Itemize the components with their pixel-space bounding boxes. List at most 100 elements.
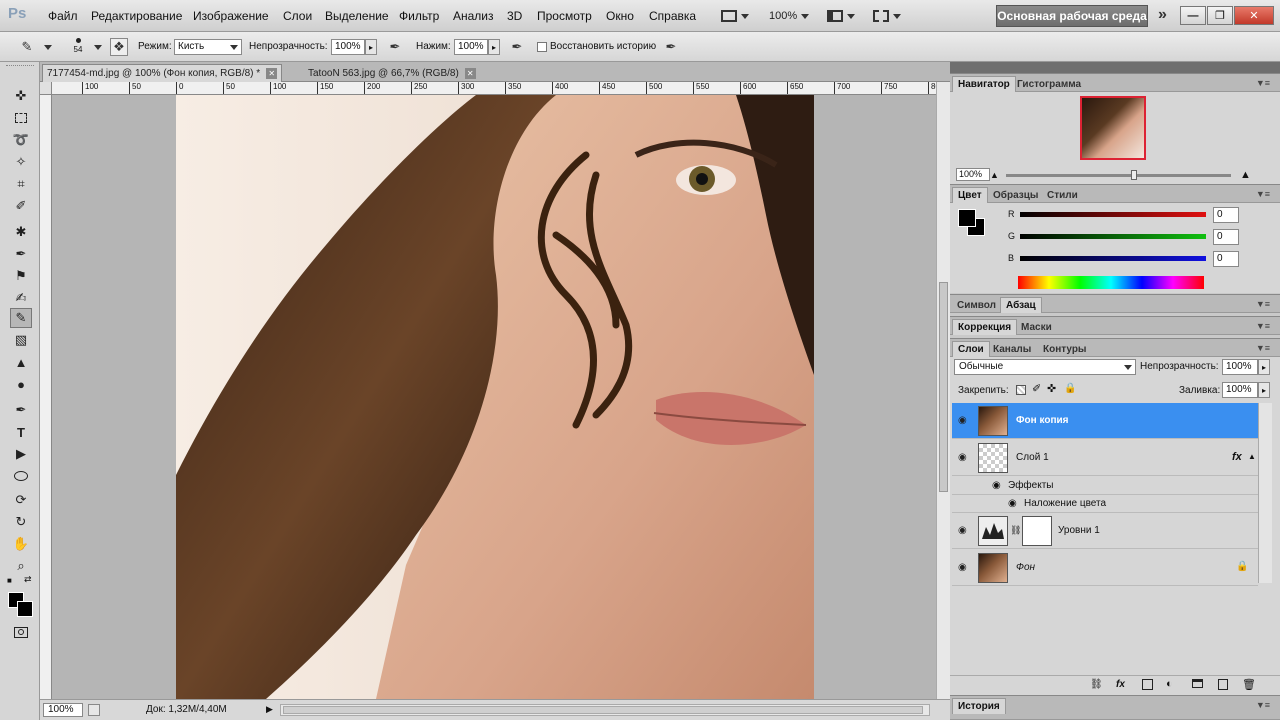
tab-navigator[interactable]: Навигатор — [952, 76, 1016, 92]
menu-window[interactable]: Окно — [606, 9, 634, 23]
blend-mode-select[interactable]: Обычные — [954, 359, 1136, 375]
canvas-area[interactable] — [52, 95, 936, 699]
marquee-tool-icon[interactable] — [10, 108, 32, 128]
layer-opacity-slider-button[interactable]: ▸ — [1258, 359, 1270, 375]
tab-color[interactable]: Цвет — [952, 187, 988, 203]
tab-history[interactable]: История — [952, 698, 1006, 714]
tab-adjustments[interactable]: Коррекция — [952, 319, 1018, 335]
pressure-slider-button[interactable]: ▸ — [488, 39, 500, 55]
layers-scrollbar[interactable] — [1258, 403, 1272, 583]
document-canvas[interactable] — [176, 95, 814, 699]
zoom-in-icon[interactable]: ▲ — [1240, 169, 1251, 181]
menu-edit[interactable]: Редактирование — [91, 9, 182, 23]
3d-rotate-tool-icon[interactable]: ⟳ — [10, 490, 32, 510]
panel-menu-icon[interactable]: ▼≡ — [1256, 321, 1270, 331]
menu-analysis[interactable]: Анализ — [453, 9, 494, 23]
new-layer-icon[interactable] — [1218, 679, 1228, 690]
pen-tool-icon[interactable]: ✒ — [10, 400, 32, 420]
scrollbar-thumb[interactable] — [939, 282, 948, 492]
menu-file[interactable]: Файл — [48, 9, 78, 23]
color-fg-swatch[interactable] — [958, 209, 976, 227]
move-tool-icon[interactable]: ✜ — [10, 86, 32, 106]
paint-bucket-tool-icon[interactable]: ▲ — [10, 352, 32, 372]
brush-tool-icon[interactable]: ✎ — [10, 308, 32, 328]
opacity-input[interactable]: 100% — [331, 39, 365, 55]
eyedropper-tool-icon[interactable]: ✐ — [10, 196, 32, 216]
add-mask-icon[interactable] — [1142, 679, 1153, 690]
healing-brush-tool-icon[interactable]: ✱ — [10, 222, 32, 242]
lock-all-icon[interactable]: 🔒 — [1064, 383, 1076, 394]
type-tool-icon[interactable]: T — [10, 422, 32, 442]
hand-tool-icon[interactable]: ✋ — [10, 534, 32, 554]
history-brush-tool-icon[interactable]: ✍ — [10, 288, 32, 308]
new-adjustment-icon[interactable]: ◐ — [1166, 678, 1173, 690]
close-tab-icon[interactable]: ✕ — [464, 67, 476, 79]
visibility-eye-icon[interactable]: ◉ — [958, 415, 970, 426]
vertical-scrollbar[interactable] — [936, 82, 950, 699]
layer-row-levels-1[interactable]: ◉ ⛓ Уровни 1 — [952, 513, 1258, 549]
stamp-tool-icon[interactable]: ⚑ — [10, 266, 32, 286]
brush-size-picker[interactable]: 54 — [66, 35, 90, 59]
screen-mode-button[interactable] — [720, 6, 750, 26]
ruler-origin[interactable] — [40, 82, 52, 95]
navigator-zoom-slider[interactable] — [1006, 174, 1231, 177]
status-menu-arrow[interactable]: ▶ — [266, 704, 273, 715]
navigator-slider-handle[interactable] — [1131, 170, 1137, 180]
crop-tool-icon[interactable]: ⌗ — [10, 174, 32, 194]
mask-link-icon[interactable]: ⛓ — [1010, 525, 1021, 536]
tab-masks[interactable]: Маски — [1016, 319, 1057, 335]
color-overlay-effect-row[interactable]: ◉ Наложение цвета — [952, 495, 1258, 513]
document-tab-1[interactable]: 7177454-md.jpg @ 100% (Фон копия, RGB/8)… — [42, 64, 283, 82]
tab-paragraph[interactable]: Абзац — [1000, 297, 1042, 313]
navigator-thumbnail[interactable] — [1080, 96, 1146, 160]
panel-menu-icon[interactable]: ▼≡ — [1256, 78, 1270, 88]
layer-row-layer-1[interactable]: ◉ Слой 1 fx ▲ — [952, 440, 1258, 476]
green-value-field[interactable]: 0 — [1213, 229, 1239, 245]
add-style-icon[interactable]: fx — [1116, 679, 1125, 690]
airbrush-icon[interactable]: ✒ — [508, 38, 526, 56]
layer-mask-thumbnail[interactable] — [1022, 516, 1052, 546]
visibility-eye-icon[interactable]: ◉ — [958, 562, 970, 573]
effects-row[interactable]: ◉ Эффекты — [952, 477, 1258, 495]
document-tab-2[interactable]: TatooN 563.jpg @ 66,7% (RGB/8) ✕ — [304, 64, 480, 82]
visibility-eye-icon[interactable]: ◉ — [958, 452, 970, 463]
menu-help[interactable]: Справка — [649, 9, 696, 23]
panel-menu-icon[interactable]: ▼≡ — [1256, 299, 1270, 309]
clone-tool-icon[interactable]: ✒ — [10, 244, 32, 264]
dodge-tool-icon[interactable]: ● — [10, 374, 32, 394]
red-value-field[interactable]: 0 — [1213, 207, 1239, 223]
menu-filter[interactable]: Фильтр — [399, 9, 439, 23]
path-select-tool-icon[interactable]: ▶ — [10, 444, 32, 464]
swap-colors-icon[interactable]: ⇄ — [24, 574, 32, 585]
navigator-zoom-field[interactable]: 100% — [956, 168, 990, 181]
menu-layers[interactable]: Слои — [283, 9, 312, 23]
close-button[interactable]: ✕ — [1234, 6, 1274, 25]
tab-histogram[interactable]: Гистограмма — [1012, 76, 1086, 92]
menu-3d[interactable]: 3D — [507, 9, 522, 23]
horizontal-scrollbar[interactable] — [280, 704, 930, 716]
fill-field[interactable]: 100% — [1222, 382, 1258, 398]
zoom-level-dropdown[interactable]: 100% — [768, 6, 810, 26]
zoom-tool-icon[interactable]: ⌕ — [10, 556, 32, 576]
status-preview-icon[interactable] — [88, 704, 100, 716]
layer-name[interactable]: Фон копия — [1016, 415, 1068, 426]
tab-channels[interactable]: Каналы — [988, 341, 1036, 357]
screen-layout-button[interactable] — [872, 6, 902, 26]
layer-row-background[interactable]: ◉ Фон 🔒 — [952, 550, 1258, 586]
effect-eye-icon[interactable]: ◉ — [1008, 498, 1017, 509]
ellipse-tool-icon[interactable] — [10, 466, 32, 486]
tab-layers[interactable]: Слои — [952, 341, 990, 357]
panel-menu-icon[interactable]: ▼≡ — [1256, 700, 1270, 710]
green-slider[interactable] — [1020, 234, 1206, 239]
link-layers-icon[interactable]: ⛓ — [1090, 679, 1103, 690]
panel-menu-icon[interactable]: ▼≡ — [1256, 343, 1270, 353]
brush-panel-toggle-icon[interactable]: ❖ — [110, 38, 128, 56]
tab-swatches[interactable]: Образцы — [988, 187, 1043, 203]
color-spectrum-bar[interactable] — [1018, 276, 1204, 289]
expand-effects-icon[interactable]: ▲ — [1248, 452, 1256, 461]
workspace-button[interactable]: Основная рабочая среда — [996, 5, 1148, 27]
close-tab-icon[interactable]: ✕ — [266, 68, 278, 79]
tab-character[interactable]: Символ — [952, 297, 1001, 313]
more-workspaces-icon[interactable]: » — [1158, 6, 1167, 24]
mode-select[interactable]: Кисть — [174, 39, 242, 55]
